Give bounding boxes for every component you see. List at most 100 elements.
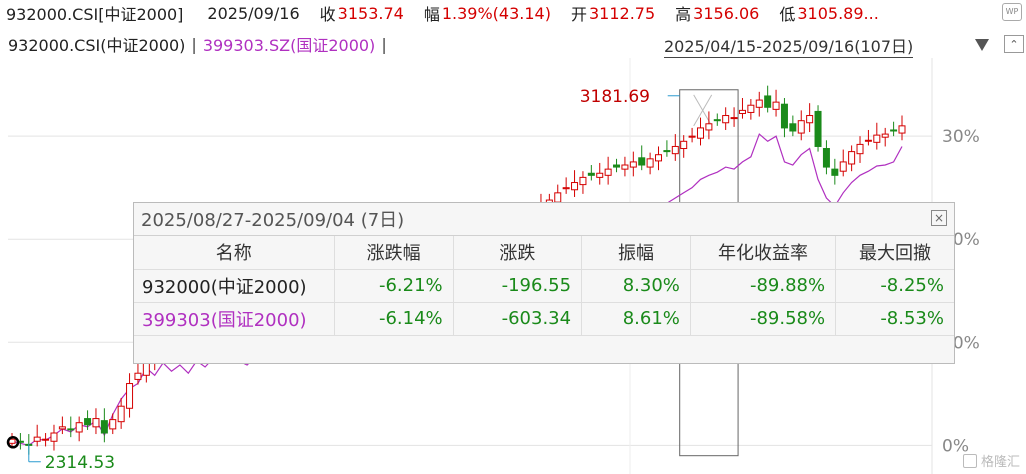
candle-body [713,119,721,122]
candle-body [126,383,134,409]
col-header-change-pct: 涨跌幅 [333,236,454,269]
table-row: 932000(中证2000) -6.21% -196.55 8.30% -89.… [134,268,954,302]
legend-separator-2: | [381,34,387,54]
high-label: 高 [675,5,692,24]
candle-body [772,101,780,110]
candle-body [562,187,570,190]
low-value: 3105.89... [797,3,879,23]
legend-series-1[interactable]: 932000.CSI(中证2000) [8,32,185,56]
col-header-max-drawdown: 最大回撤 [835,236,954,269]
col-header-name: 名称 [215,243,252,265]
candle-body [722,115,730,124]
candle-body [638,157,646,166]
close-value: 3153.74 [337,3,404,23]
legend-separator: | [191,34,197,54]
candle-body [671,145,679,155]
candle-body [655,154,663,162]
candle-body [84,418,92,426]
watermark-logo-icon [962,453,977,468]
candle-body [92,418,100,428]
candle-body [738,109,746,114]
candle-body [621,164,629,170]
col-header-change: 涨跌 [452,236,582,269]
col-header-amplitude: 振幅 [581,236,691,269]
candle-body [42,438,50,441]
popup-title: 2025/08/27-2025/09/04 (7日) [134,203,954,236]
candle-body [680,140,688,150]
stats-header-row: 名称 涨跌幅 涨跌 振幅 年化收益率 最大回撤 [134,236,954,269]
y-tick-label: 30% [942,127,980,147]
candle-body [604,168,612,176]
candle-body [780,103,788,129]
candle-body [571,182,579,191]
candle-body [646,158,654,168]
high-value: 3156.06 [693,3,760,23]
candle-body [873,134,881,143]
candle-body [822,148,830,168]
candle-body [730,117,738,120]
candle-body [50,432,58,442]
candle-body [613,164,621,168]
cell-value: -6.21% [333,268,454,302]
date-label: 2025/09/16 [207,3,300,23]
candle-body [856,143,864,155]
candle-body [789,123,797,132]
candle-body [629,161,637,168]
low-label: 低 [779,5,796,24]
candle-body [890,129,898,132]
cell-value: 8.30% [581,268,691,302]
close-label: 收 [319,5,336,24]
cell-value: -89.58% [689,301,836,335]
watermark-text: 格隆汇 [980,455,1020,470]
low-annotation: 2314.53 [45,453,115,473]
candle-body [100,420,108,434]
candle-body [67,428,75,431]
candle-body [814,110,822,147]
row-name: 932000(中证2000) [134,268,334,302]
symbol-label: 932000.CSI[中证2000] [6,5,184,24]
candle-body [839,161,847,172]
candle-body [898,125,906,134]
candle-body [596,172,604,178]
col-header-annual-return: 年化收益率 [689,236,836,269]
table-row-empty [134,334,954,368]
legend-series-2[interactable]: 399303.SZ(国证2000) [203,32,376,56]
collapse-button[interactable]: ⌃ [1004,35,1024,53]
candle-body [663,150,671,153]
change-value: 1.39%(43.14) [441,3,551,23]
candle-body [579,176,587,186]
candle-body [864,139,872,142]
close-icon[interactable]: × [931,210,947,226]
candle-body [688,135,696,138]
change-label: 幅 [423,5,440,24]
date-range-selector[interactable]: 2025/04/15-2025/09/16(107日) [664,33,914,58]
cell-value: -8.53% [835,301,954,335]
candle-body [831,168,839,176]
cell-value: -89.88% [689,268,836,302]
watermark: 格隆汇 [962,451,1020,470]
candle-body [696,127,704,139]
cell-value: -196.55 [452,268,582,302]
candle-body [848,151,856,165]
cell-value: -603.34 [452,301,582,335]
table-row: 399303(国证2000) -6.14% -603.34 8.61% -89.… [134,301,954,335]
candle-body [797,120,805,134]
candle-body [58,426,66,430]
candle-body [117,405,125,423]
cell-value: -6.14% [333,301,454,335]
open-label: 开 [570,5,587,24]
candle-body [134,372,142,380]
candle-body [881,133,889,138]
dropdown-triangle-icon[interactable] [975,39,989,51]
quote-header: 932000.CSI[中证2000] 2025/09/16 收 3153.74 … [0,0,1026,26]
cell-value: -8.25% [835,268,954,302]
candle-body [764,95,772,108]
candle-body [75,422,83,433]
row-name: 399303(国证2000) [134,301,334,335]
open-value: 3112.75 [588,3,656,23]
interval-stats-popup: 2025/08/27-2025/09/04 (7日) × 名称 涨跌幅 涨跌 振… [133,202,955,368]
cell-value: 8.61% [581,301,691,335]
candle-body [109,419,117,430]
candle-body [554,192,562,203]
app-logo-icon: WP [1002,3,1022,21]
